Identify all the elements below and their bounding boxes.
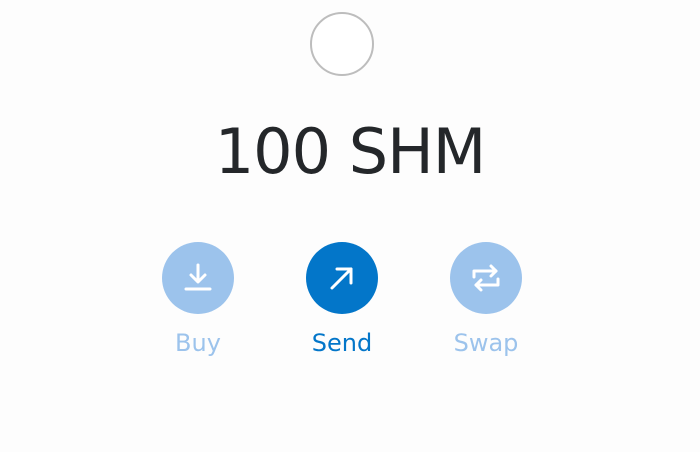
send-button-circle[interactable] bbox=[306, 242, 378, 314]
swap-button-circle[interactable] bbox=[450, 242, 522, 314]
download-icon bbox=[184, 263, 212, 291]
swap-arrows-icon bbox=[472, 264, 500, 292]
token-avatar bbox=[310, 12, 374, 76]
buy-button[interactable]: Buy bbox=[148, 242, 248, 358]
buy-button-label: Buy bbox=[175, 329, 221, 357]
token-balance: 100 SHM bbox=[214, 115, 487, 188]
swap-button-label: Swap bbox=[453, 329, 519, 357]
buy-button-circle[interactable] bbox=[162, 242, 234, 314]
send-button-label: Send bbox=[311, 329, 373, 357]
swap-button[interactable]: Swap bbox=[436, 242, 536, 358]
send-button[interactable]: Send bbox=[292, 242, 392, 358]
arrow-up-right-icon bbox=[330, 267, 353, 290]
token-overview: 100 SHM Buy Send Swap bbox=[0, 0, 700, 452]
